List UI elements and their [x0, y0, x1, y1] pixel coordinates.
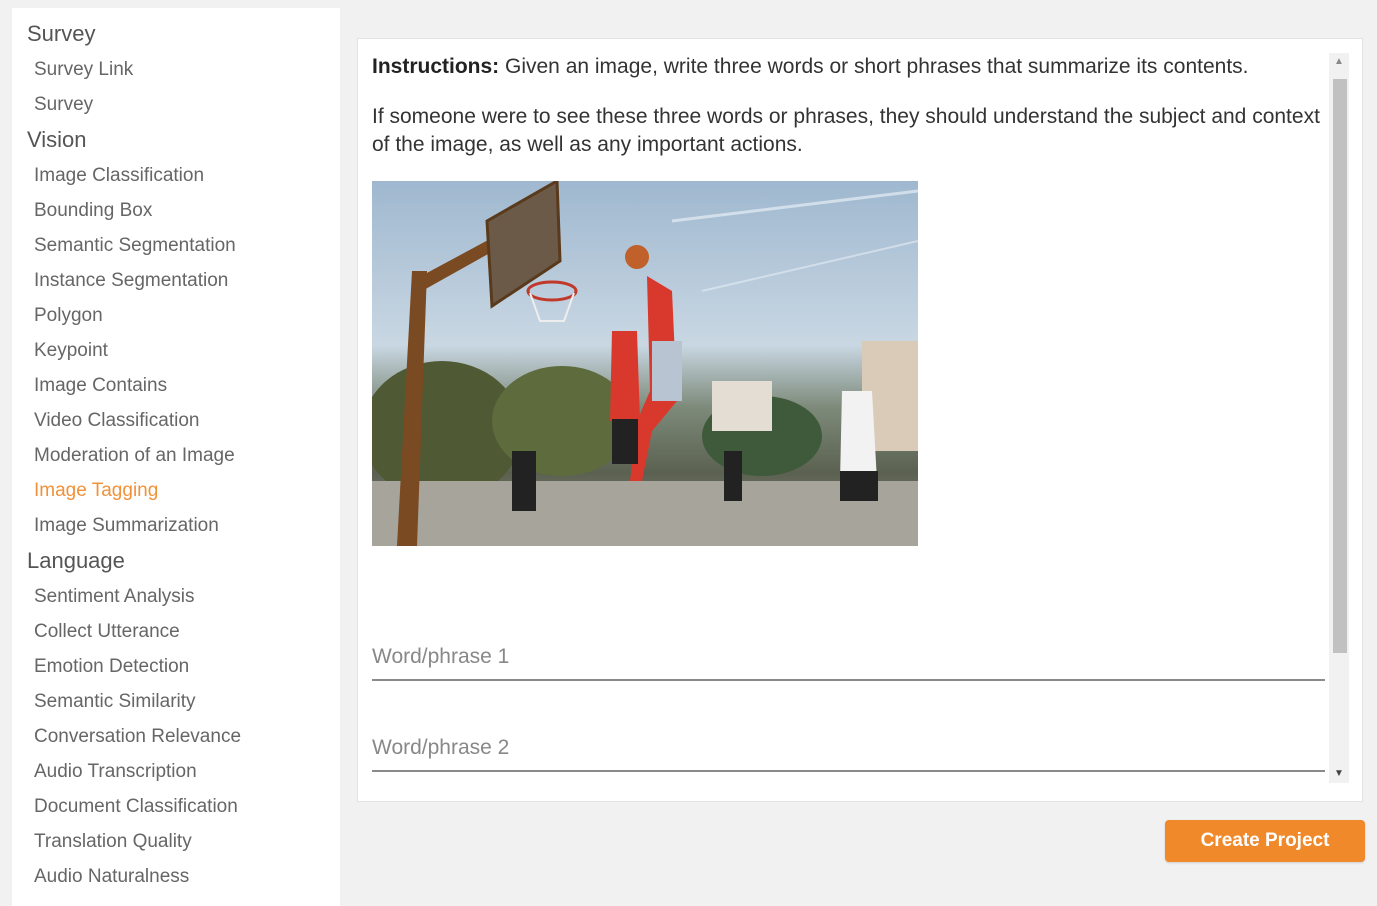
sidebar-item-image-contains[interactable]: Image Contains: [12, 368, 340, 403]
sidebar-item-survey[interactable]: Survey: [12, 87, 340, 122]
task-content: Instructions: Given an image, write thre…: [372, 53, 1327, 546]
scroll-down-arrow-icon[interactable]: ▼: [1329, 765, 1349, 783]
task-preview-panel: Instructions: Given an image, write thre…: [357, 38, 1363, 802]
sidebar-item-keypoint[interactable]: Keypoint: [12, 333, 340, 368]
guidance-text: If someone were to see these three words…: [372, 105, 1320, 156]
sidebar-item-semantic-segmentation[interactable]: Semantic Segmentation: [12, 228, 340, 263]
sidebar-item-translation-quality[interactable]: Translation Quality: [12, 824, 340, 859]
sidebar-item-image-tagging[interactable]: Image Tagging: [12, 473, 340, 508]
sidebar-item-audio-naturalness[interactable]: Audio Naturalness: [12, 859, 340, 894]
sidebar-section-survey: Survey: [27, 21, 96, 46]
sidebar-item-survey-link[interactable]: Survey Link: [12, 52, 340, 87]
sidebar-item-instance-segmentation[interactable]: Instance Segmentation: [12, 263, 340, 298]
sidebar-item-video-classification[interactable]: Video Classification: [12, 403, 340, 438]
instructions-text: Given an image, write three words or sho…: [499, 55, 1249, 78]
sidebar-item-conversation-relevance[interactable]: Conversation Relevance: [12, 719, 340, 754]
scroll-thumb[interactable]: [1333, 79, 1347, 653]
task-image: [372, 181, 918, 546]
sidebar-item-bounding-box[interactable]: Bounding Box: [12, 193, 340, 228]
sidebar-item-image-classification[interactable]: Image Classification: [12, 158, 340, 193]
scroll-up-arrow-icon[interactable]: ▲: [1329, 53, 1349, 71]
sidebar-nav: Survey Survey Link Survey Vision Image Class…: [12, 8, 340, 906]
sidebar-item-semantic-similarity[interactable]: Semantic Similarity: [12, 684, 340, 719]
sidebar-item-sentiment-analysis[interactable]: Sentiment Analysis: [12, 579, 340, 614]
sidebar-section-vision: Vision: [27, 127, 87, 152]
sidebar-item-emotion-detection[interactable]: Emotion Detection: [12, 649, 340, 684]
instructions-label: Instructions:: [372, 55, 500, 78]
sidebar-item-moderation-of-an-image[interactable]: Moderation of an Image: [12, 438, 340, 473]
sidebar-item-image-summarization[interactable]: Image Summarization: [12, 508, 340, 543]
basketball-photo: [372, 181, 918, 546]
sidebar-item-audio-transcription[interactable]: Audio Transcription: [12, 754, 340, 789]
word-phrase-1-input[interactable]: [372, 635, 1325, 681]
sidebar-item-document-classification[interactable]: Document Classification: [12, 789, 340, 824]
vertical-scrollbar[interactable]: ▲ ▼: [1329, 53, 1349, 783]
sidebar-item-collect-utterance[interactable]: Collect Utterance: [12, 614, 340, 649]
sidebar-section-language: Language: [27, 548, 125, 573]
sidebar-item-polygon[interactable]: Polygon: [12, 298, 340, 333]
word-phrase-2-input[interactable]: [372, 726, 1325, 772]
create-project-button[interactable]: Create Project: [1165, 820, 1365, 862]
instructions: Instructions: Given an image, write thre…: [372, 53, 1327, 81]
